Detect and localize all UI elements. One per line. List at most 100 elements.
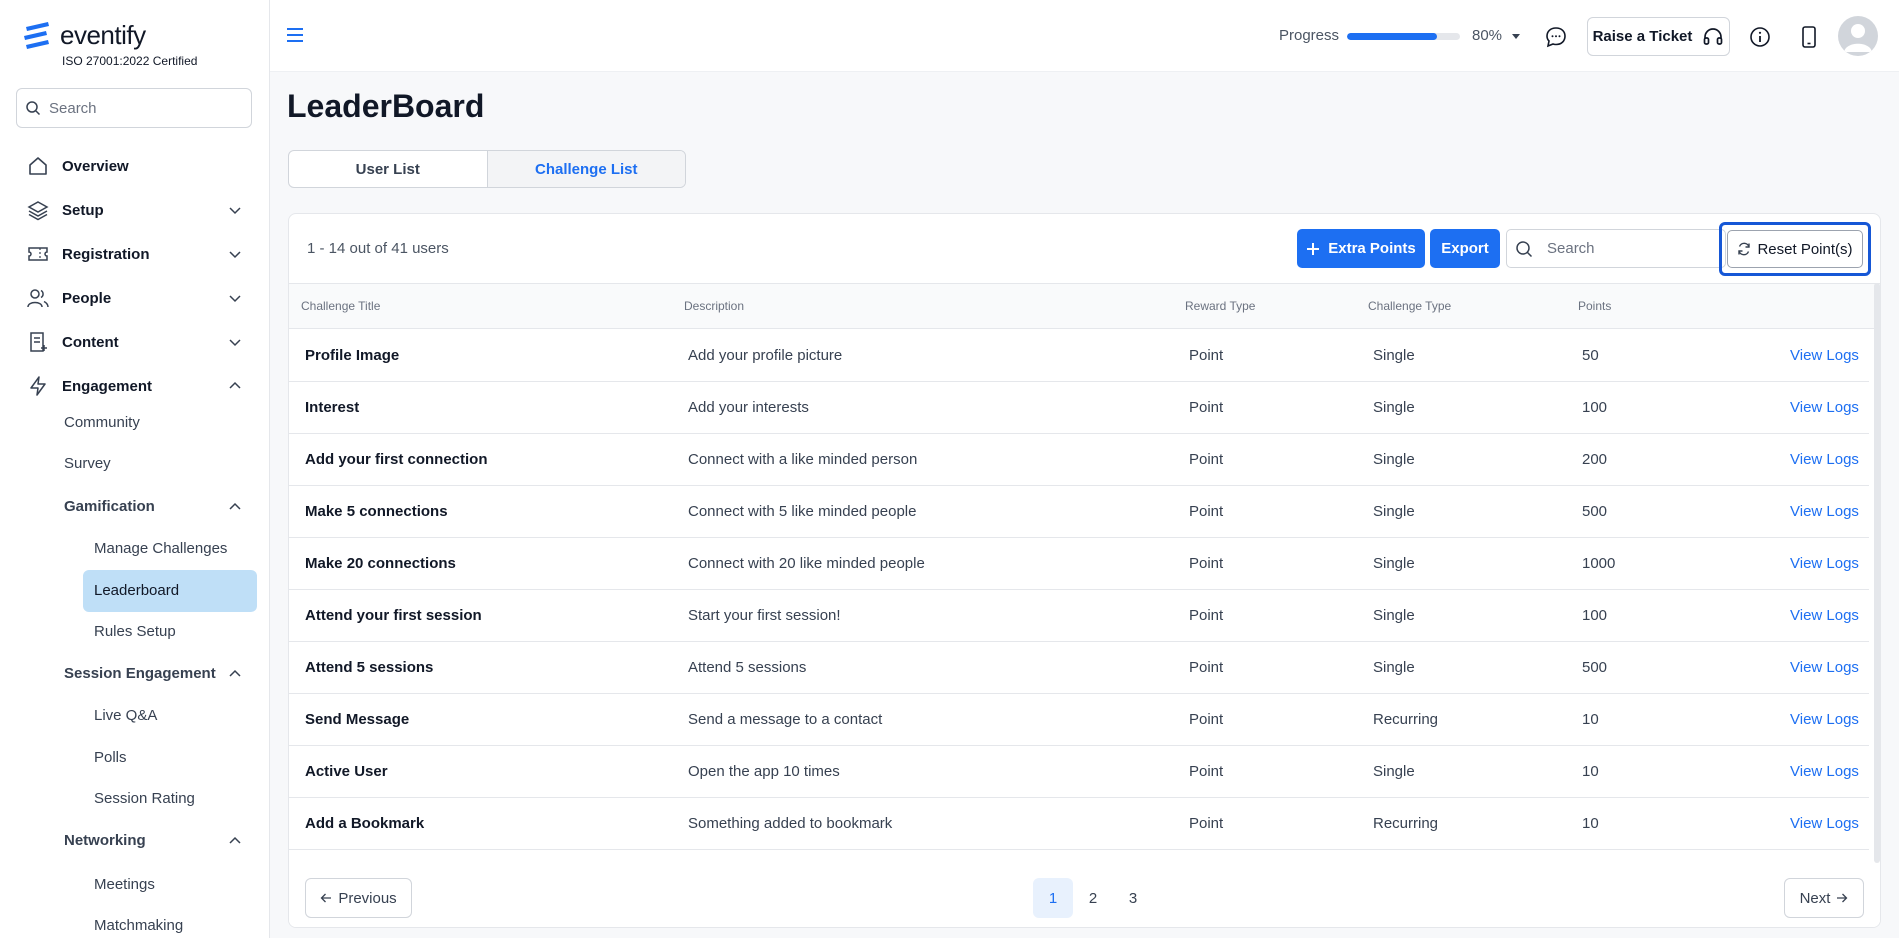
raise-ticket-button[interactable]: Raise a Ticket: [1587, 17, 1730, 56]
chevron-down-icon: [229, 251, 241, 259]
sidebar-item-manage-challenges[interactable]: Manage Challenges: [94, 540, 227, 557]
avatar[interactable]: [1838, 16, 1878, 56]
sidebar-item-matchmaking[interactable]: Matchmaking: [94, 917, 183, 934]
column-header-description[interactable]: Description: [684, 299, 744, 313]
view-logs-link[interactable]: View Logs: [1790, 711, 1859, 728]
cell-challenge-title: Add your first connection: [305, 451, 488, 468]
sidebar-item-label: People: [62, 289, 112, 307]
sidebar-search-input[interactable]: [49, 99, 239, 117]
sidebar-item-polls[interactable]: Polls: [94, 749, 127, 766]
view-logs-link[interactable]: View Logs: [1790, 555, 1859, 572]
view-logs-link[interactable]: View Logs: [1790, 763, 1859, 780]
cell-challenge-type: Single: [1373, 347, 1415, 364]
cell-reward-type: Point: [1189, 815, 1224, 832]
sidebar-item-people[interactable]: People: [26, 283, 246, 313]
cell-reward-type: Point: [1189, 763, 1224, 780]
table-row: Attend 5 sessions Attend 5 sessions Point S…: [289, 642, 1869, 694]
caret-down-icon[interactable]: [1510, 31, 1522, 41]
cell-description: Add your profile picture: [688, 347, 843, 364]
table-row: Make 20 connections Connect with 20 like …: [289, 538, 1869, 590]
layers-icon: [26, 198, 50, 222]
column-header-reward-type[interactable]: Reward Type: [1185, 299, 1255, 313]
sidebar-group-label: Session Engagement: [64, 665, 216, 682]
sidebar-group-networking[interactable]: Networking: [64, 832, 246, 849]
cell-points: 10: [1582, 711, 1599, 728]
sidebar-group-label: Networking: [64, 832, 146, 849]
sidebar-item-community[interactable]: Community: [64, 414, 140, 431]
tab-user-list[interactable]: User List: [289, 151, 487, 187]
view-logs-link[interactable]: View Logs: [1790, 399, 1859, 416]
previous-page-button[interactable]: Previous: [305, 878, 412, 918]
cell-description: Connect with 20 like minded people: [688, 555, 925, 572]
pagination: Previous 1 2 3 Next: [289, 869, 1880, 927]
column-header-challenge-type[interactable]: Challenge Type: [1368, 299, 1451, 313]
column-header-challenge-title[interactable]: Challenge Title: [301, 299, 380, 313]
sidebar-item-survey[interactable]: Survey: [64, 455, 111, 472]
cell-reward-type: Point: [1189, 607, 1224, 624]
sidebar-item-registration[interactable]: Registration: [26, 239, 246, 269]
hamburger-menu-icon[interactable]: [286, 26, 304, 44]
extra-points-button[interactable]: Extra Points: [1297, 229, 1425, 268]
reset-points-label: Reset Point(s): [1757, 240, 1853, 258]
cell-reward-type: Point: [1189, 555, 1224, 572]
cell-challenge-type: Single: [1373, 503, 1415, 520]
table-search: [1506, 229, 1726, 268]
document-icon: [26, 330, 50, 354]
cell-description: Attend 5 sessions: [688, 659, 807, 676]
home-icon: [26, 154, 50, 178]
view-logs-link[interactable]: View Logs: [1790, 503, 1859, 520]
refresh-icon: [1738, 242, 1751, 256]
raise-ticket-label: Raise a Ticket: [1592, 28, 1693, 45]
sidebar-item-rules-setup[interactable]: Rules Setup: [94, 623, 176, 640]
cell-challenge-type: Recurring: [1373, 711, 1439, 728]
cell-challenge-title: Interest: [305, 399, 360, 416]
progress-bar-fill: [1347, 33, 1438, 40]
view-logs-link[interactable]: View Logs: [1790, 659, 1859, 676]
user-avatar-icon: [1844, 24, 1872, 52]
view-logs-link[interactable]: View Logs: [1790, 347, 1859, 364]
view-logs-link[interactable]: View Logs: [1790, 607, 1859, 624]
sidebar-item-live-qa[interactable]: Live Q&A: [94, 707, 157, 724]
info-icon[interactable]: [1747, 24, 1773, 50]
cell-challenge-title: Add a Bookmark: [305, 815, 425, 832]
extra-points-label: Extra Points: [1328, 240, 1416, 257]
sidebar-item-overview[interactable]: Overview: [26, 151, 246, 181]
progress-value: 80%: [1472, 27, 1503, 44]
page-number-2[interactable]: 2: [1073, 878, 1113, 918]
chevron-up-icon: [229, 669, 241, 677]
sidebar-item-setup[interactable]: Setup: [26, 195, 246, 225]
mobile-device-icon[interactable]: [1796, 24, 1822, 50]
sidebar-item-session-rating[interactable]: Session Rating: [94, 790, 195, 807]
cell-points: 100: [1582, 399, 1608, 416]
chevron-down-icon: [229, 207, 241, 215]
column-header-points[interactable]: Points: [1578, 299, 1611, 313]
sidebar-item-leaderboard-label[interactable]: Leaderboard: [94, 582, 179, 599]
sidebar-group-gamification[interactable]: Gamification: [64, 498, 246, 515]
view-logs-link[interactable]: View Logs: [1790, 815, 1859, 832]
cell-challenge-type: Single: [1373, 659, 1415, 676]
lightning-icon: [26, 374, 50, 398]
brand[interactable]: eventify: [22, 20, 146, 51]
cell-challenge-title: Make 20 connections: [305, 555, 456, 572]
next-page-button[interactable]: Next: [1784, 878, 1864, 918]
export-button[interactable]: Export: [1430, 229, 1500, 268]
page-number-1[interactable]: 1: [1033, 878, 1073, 918]
chat-icon[interactable]: [1543, 24, 1569, 50]
table-search-input[interactable]: [1547, 240, 1707, 257]
sidebar-item-content[interactable]: Content: [26, 327, 246, 357]
cell-points: 500: [1582, 659, 1608, 676]
sidebar-search: [16, 88, 252, 128]
sidebar-item-meetings[interactable]: Meetings: [94, 876, 155, 893]
cell-challenge-title: Active User: [305, 763, 388, 780]
cell-reward-type: Point: [1189, 659, 1224, 676]
table-scrollbar[interactable]: [1874, 283, 1880, 863]
sidebar-item-engagement[interactable]: Engagement: [26, 371, 246, 401]
cell-points: 100: [1582, 607, 1608, 624]
sidebar-group-session-engagement[interactable]: Session Engagement: [64, 665, 246, 682]
tab-challenge-list[interactable]: Challenge List: [486, 151, 685, 187]
page-title: LeaderBoard: [287, 88, 485, 124]
view-logs-link[interactable]: View Logs: [1790, 451, 1859, 468]
reset-points-button[interactable]: Reset Point(s): [1727, 230, 1863, 268]
page-number-3[interactable]: 3: [1113, 878, 1153, 918]
cell-challenge-type: Single: [1373, 763, 1415, 780]
